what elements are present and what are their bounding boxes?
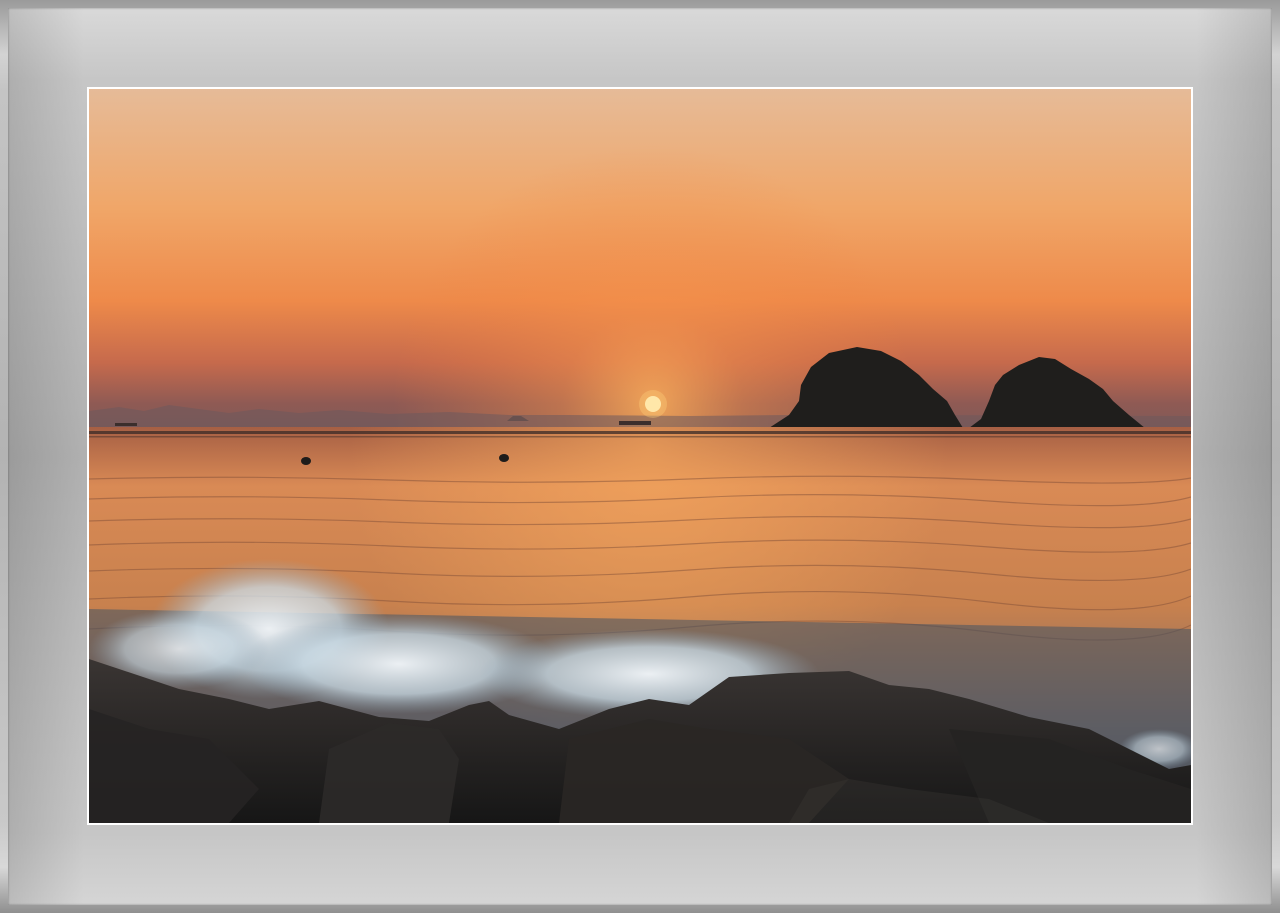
buoy-icon <box>499 454 509 462</box>
photo-scene <box>89 89 1191 823</box>
distant-ship <box>619 421 651 425</box>
sun-halo <box>639 390 667 418</box>
buoy-icon <box>301 457 311 465</box>
distant-boat <box>115 423 137 426</box>
photograph <box>89 89 1191 823</box>
